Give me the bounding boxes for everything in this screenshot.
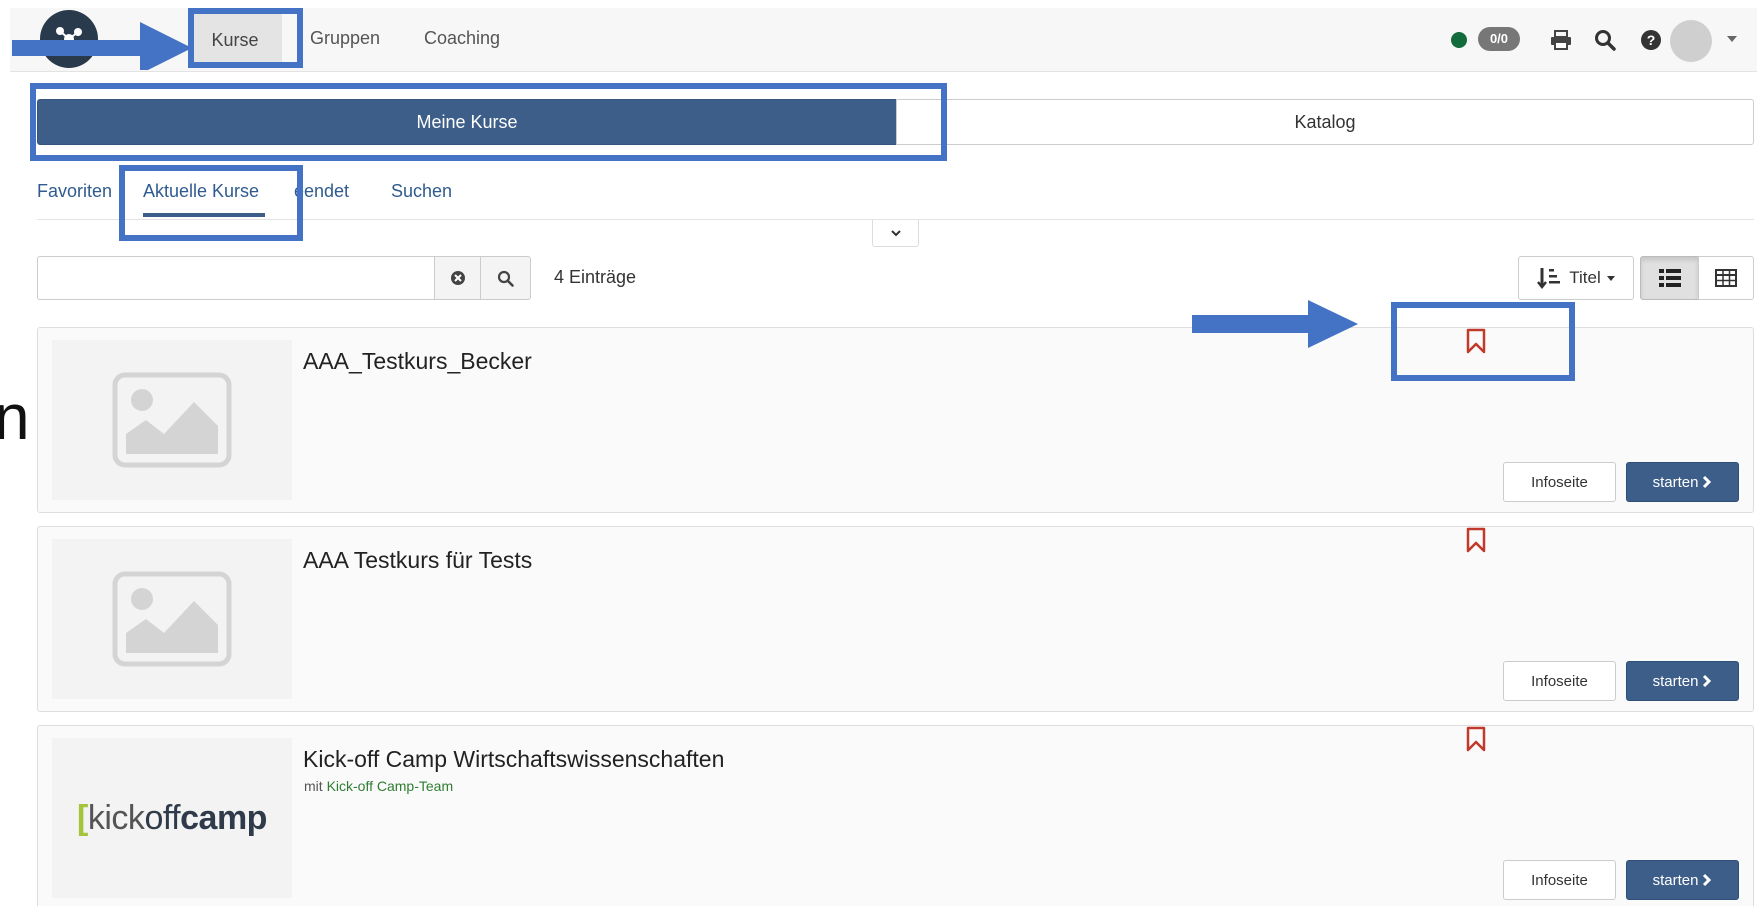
search-icon	[497, 270, 514, 287]
user-menu-caret-icon[interactable]	[1727, 36, 1737, 42]
course-thumbnail[interactable]: [kickoffcamp	[52, 738, 292, 898]
sort-order-icon	[1537, 268, 1561, 290]
table-view-toggle[interactable]	[1698, 256, 1754, 300]
caret-down-icon	[1606, 275, 1615, 281]
chevron-down-icon	[890, 230, 901, 237]
chevron-right-icon	[1703, 674, 1712, 688]
entries-count: 4 Einträge	[554, 267, 637, 287]
clear-circle-icon	[450, 271, 465, 285]
chevron-right-icon	[1703, 475, 1712, 489]
course-title[interactable]: Kick-off Camp Wirtschaftswissenschaften	[303, 746, 724, 773]
kickoffcamp-logo: [kickoffcamp	[77, 798, 267, 837]
author-prefix: mit	[304, 778, 323, 794]
search-input[interactable]	[37, 256, 435, 300]
sort-label: Titel	[1569, 268, 1601, 287]
image-placeholder-icon	[112, 571, 232, 667]
annotation-highlight-meine-kurse	[30, 83, 947, 161]
annotation-highlight-kurse	[188, 8, 303, 68]
annotation-highlight-aktuelle-kurse	[119, 165, 303, 241]
expand-filters-button[interactable]	[872, 220, 919, 247]
infoseite-button[interactable]: Infoseite	[1503, 860, 1616, 900]
infoseite-button[interactable]: Infoseite	[1503, 462, 1616, 502]
annotation-arrow-icon	[12, 22, 192, 70]
start-button[interactable]: starten	[1626, 462, 1739, 502]
course-title[interactable]: AAA Testkurs für Tests	[303, 547, 532, 574]
annotation-arrow-icon	[1192, 300, 1358, 348]
clear-search-button[interactable]	[434, 256, 481, 300]
tab-favoriten[interactable]: Favoriten	[37, 181, 112, 202]
start-button[interactable]: starten	[1626, 661, 1739, 701]
notification-badge[interactable]: 0/0	[1478, 27, 1520, 51]
start-button-label: starten	[1652, 672, 1699, 690]
course-thumbnail[interactable]	[52, 539, 292, 699]
infoseite-button[interactable]: Infoseite	[1503, 661, 1616, 701]
segment-katalog[interactable]: Katalog	[896, 99, 1754, 145]
chevron-right-icon	[1703, 873, 1712, 887]
svg-text:?: ?	[1647, 32, 1656, 48]
course-title[interactable]: AAA_Testkurs_Becker	[303, 348, 532, 375]
tab-suchen[interactable]: Suchen	[391, 181, 452, 202]
user-avatar[interactable]	[1670, 20, 1712, 62]
cropped-text-fragment: n	[0, 381, 30, 453]
sort-dropdown-button[interactable]: Titel	[1518, 256, 1634, 300]
nav-gruppen[interactable]: Gruppen	[310, 28, 380, 49]
course-thumbnail[interactable]	[52, 340, 292, 500]
print-icon[interactable]	[1548, 26, 1574, 54]
help-icon[interactable]: ?	[1638, 26, 1664, 54]
course-card: [kickoffcamp Kick-off Camp Wirtschaftswi…	[37, 725, 1754, 906]
online-status-dot[interactable]	[1451, 32, 1467, 48]
annotation-highlight-bookmark	[1391, 302, 1575, 381]
list-view-icon	[1658, 269, 1681, 287]
nav-coaching[interactable]: Coaching	[424, 28, 500, 49]
list-view-toggle[interactable]	[1640, 256, 1699, 300]
course-card: AAA Testkurs für Tests Infoseite starten	[37, 526, 1754, 712]
bookmark-icon[interactable]	[1466, 527, 1486, 553]
image-placeholder-icon	[112, 372, 232, 468]
search-icon[interactable]	[1592, 26, 1618, 54]
start-button[interactable]: starten	[1626, 860, 1739, 900]
bookmark-icon[interactable]	[1466, 726, 1486, 752]
author-team-link[interactable]: Kick-off Camp-Team	[327, 778, 454, 794]
course-author: mit Kick-off Camp-Team	[304, 778, 453, 794]
start-button-label: starten	[1652, 473, 1699, 491]
table-view-icon	[1715, 269, 1737, 287]
search-submit-button[interactable]	[480, 256, 531, 300]
start-button-label: starten	[1652, 871, 1699, 889]
